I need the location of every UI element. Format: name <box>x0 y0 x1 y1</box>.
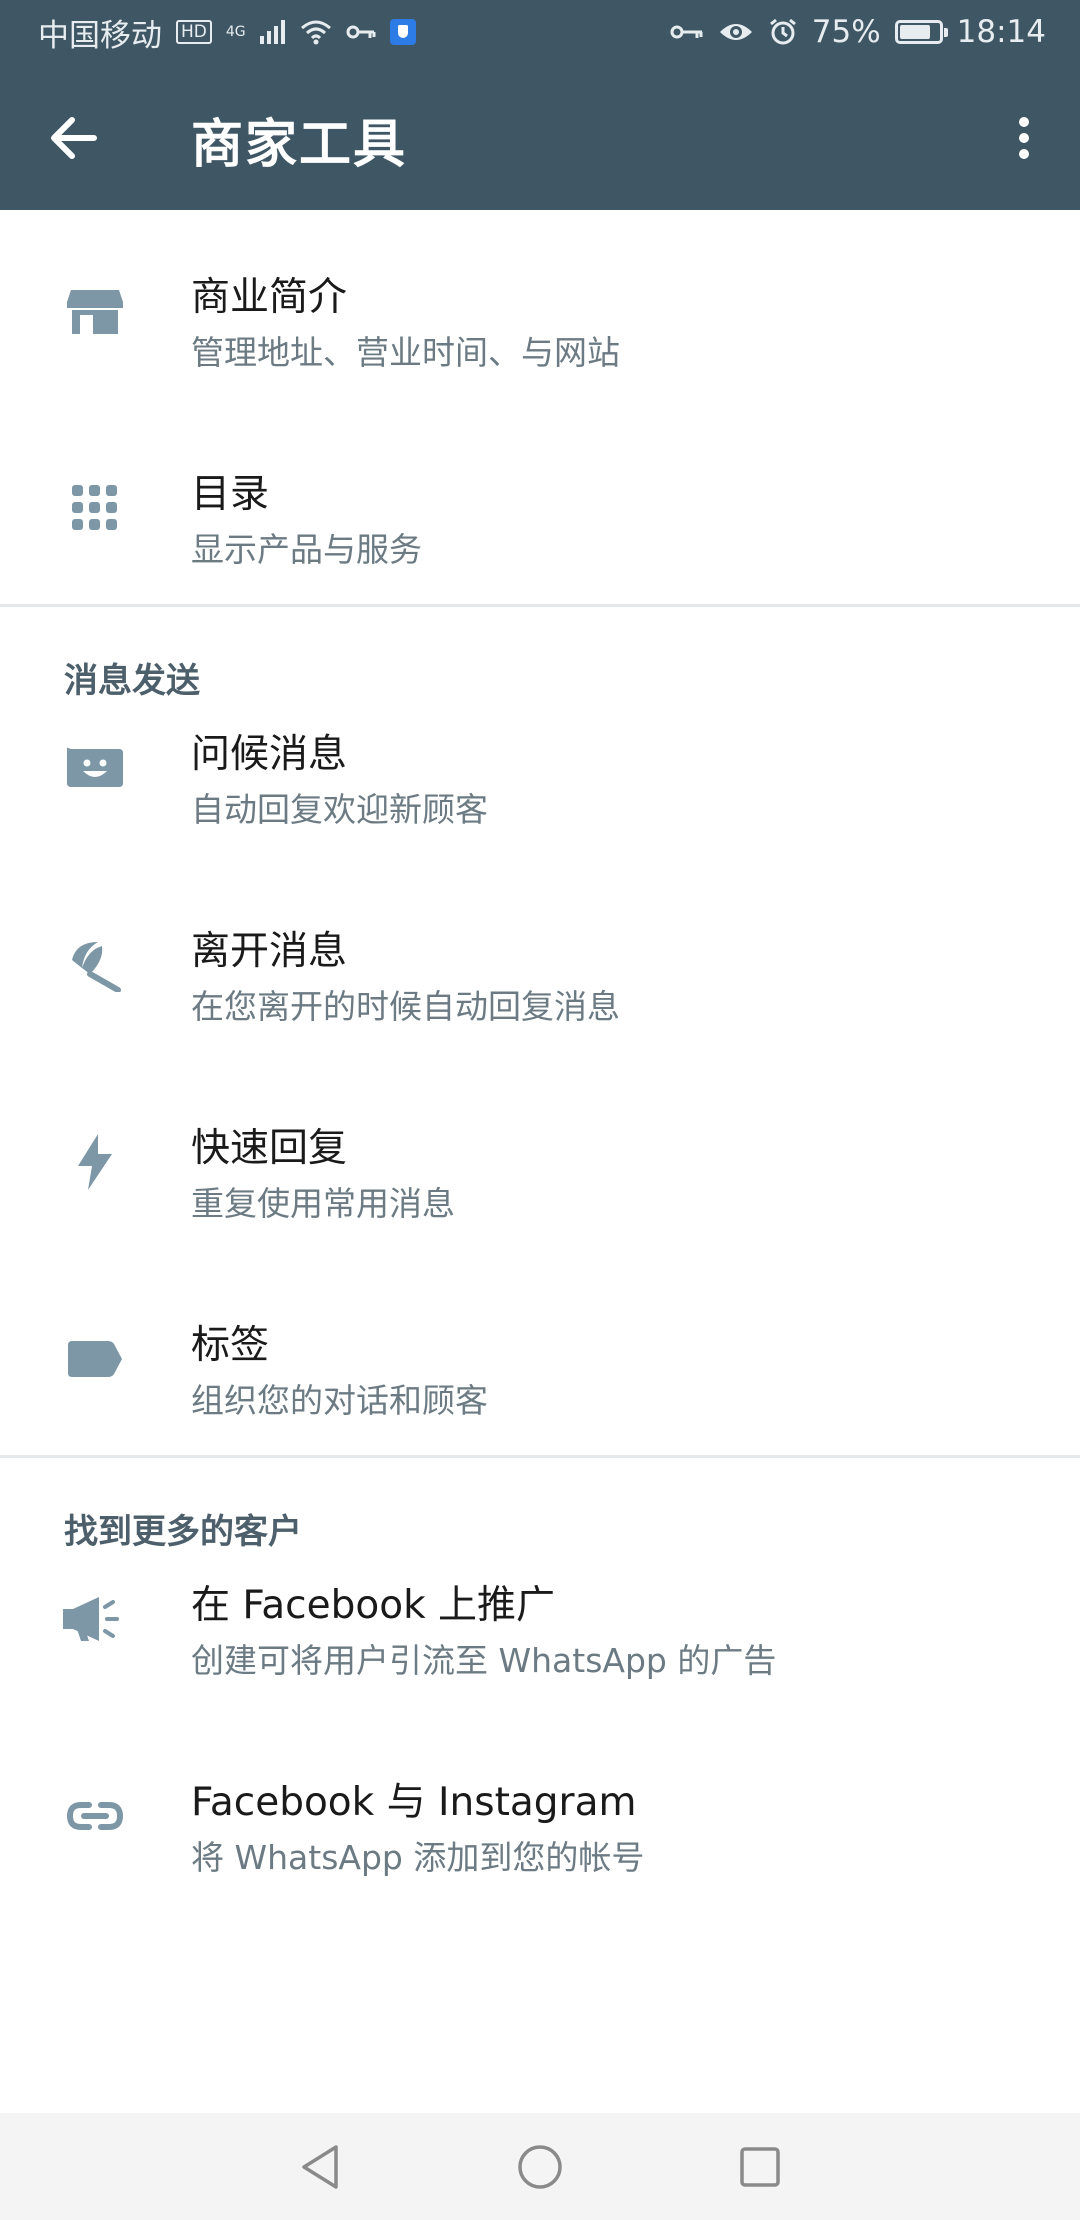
system-navigation-bar <box>0 2113 1080 2220</box>
vpn-key-icon <box>346 25 376 39</box>
more-options-button[interactable] <box>994 100 1054 176</box>
page-title: 商家工具 <box>191 115 408 175</box>
key-icon <box>670 25 703 39</box>
beach-umbrella-icon <box>60 930 130 1000</box>
wifi-icon <box>300 20 331 45</box>
status-bar: 中国移动 HD 4G 75% 18:14 <box>0 0 1080 64</box>
more-vert-icon <box>1019 117 1029 159</box>
label-icon <box>60 1324 130 1394</box>
greeting-icon <box>60 733 130 803</box>
square-recents-icon <box>740 2146 780 2187</box>
list-item-subtitle: 创建可将用户引流至 WhatsApp 的广告 <box>191 1641 777 1680</box>
list-item-away-message[interactable]: 离开消息 在您离开的时候自动回复消息 <box>0 864 1080 1061</box>
shield-icon <box>389 19 416 45</box>
network-type: 4G <box>225 24 246 40</box>
list-item-title: 商业简介 <box>191 275 348 320</box>
circle-home-icon <box>518 2144 562 2189</box>
list-item-title: 目录 <box>191 472 270 517</box>
storefront-icon <box>60 276 130 346</box>
list-item-subtitle: 将 WhatsApp 添加到您的帐号 <box>191 1838 645 1877</box>
alarm-icon <box>769 18 796 45</box>
carrier-label: 中国移动 <box>38 17 162 54</box>
list-item-subtitle: 重复使用常用消息 <box>191 1184 455 1223</box>
list-item-facebook-instagram[interactable]: Facebook 与 Instagram 将 WhatsApp 添加到您的帐号 <box>0 1715 1080 1912</box>
list-item-subtitle: 自动回复欢迎新顾客 <box>191 790 488 829</box>
list-item-subtitle: 显示产品与服务 <box>191 530 422 569</box>
list-item-title: 在 Facebook 上推广 <box>191 1583 556 1628</box>
triangle-back-icon <box>302 2144 338 2189</box>
back-button[interactable] <box>36 100 112 176</box>
list-item-labels[interactable]: 标签 组织您的对话和顾客 <box>0 1258 1080 1455</box>
list-item-subtitle: 管理地址、营业时间、与网站 <box>191 333 620 372</box>
signal-icon <box>259 20 285 44</box>
list-item-title: 离开消息 <box>191 929 348 974</box>
lightning-icon <box>60 1127 130 1197</box>
list-item-greeting-message[interactable]: 问候消息 自动回复欢迎新顾客 <box>0 667 1080 864</box>
nav-recents-button[interactable] <box>725 2132 795 2202</box>
nav-back-button[interactable] <box>285 2132 355 2202</box>
business-tools-list: 商业简介 管理地址、营业时间、与网站 目录 显示产品与服务 消息发送 问候消息 … <box>0 210 1080 1912</box>
app-toolbar: 商家工具 <box>0 64 1080 210</box>
battery-icon <box>894 20 948 44</box>
list-item-promote-facebook[interactable]: 在 Facebook 上推广 创建可将用户引流至 WhatsApp 的广告 <box>0 1518 1080 1715</box>
list-item-title: 问候消息 <box>191 732 348 777</box>
eye-icon <box>719 24 752 40</box>
nav-home-button[interactable] <box>505 2132 575 2202</box>
megaphone-icon <box>60 1584 130 1654</box>
clock: 18:14 <box>956 14 1046 50</box>
battery-percent: 75% <box>811 14 881 50</box>
list-item-quick-replies[interactable]: 快速回复 重复使用常用消息 <box>0 1061 1080 1258</box>
link-icon <box>60 1781 130 1851</box>
grid-icon <box>60 473 130 543</box>
list-item-title: 快速回复 <box>191 1126 348 1171</box>
list-item-subtitle: 组织您的对话和顾客 <box>191 1381 488 1420</box>
arrow-left-icon <box>51 117 97 159</box>
list-item-title: Facebook 与 Instagram <box>191 1780 637 1825</box>
hd-badge: HD <box>176 20 212 44</box>
list-item-business-profile[interactable]: 商业简介 管理地址、营业时间、与网站 <box>0 210 1080 407</box>
list-item-catalog[interactable]: 目录 显示产品与服务 <box>0 407 1080 604</box>
list-item-title: 标签 <box>191 1323 270 1368</box>
list-item-subtitle: 在您离开的时候自动回复消息 <box>191 987 620 1026</box>
